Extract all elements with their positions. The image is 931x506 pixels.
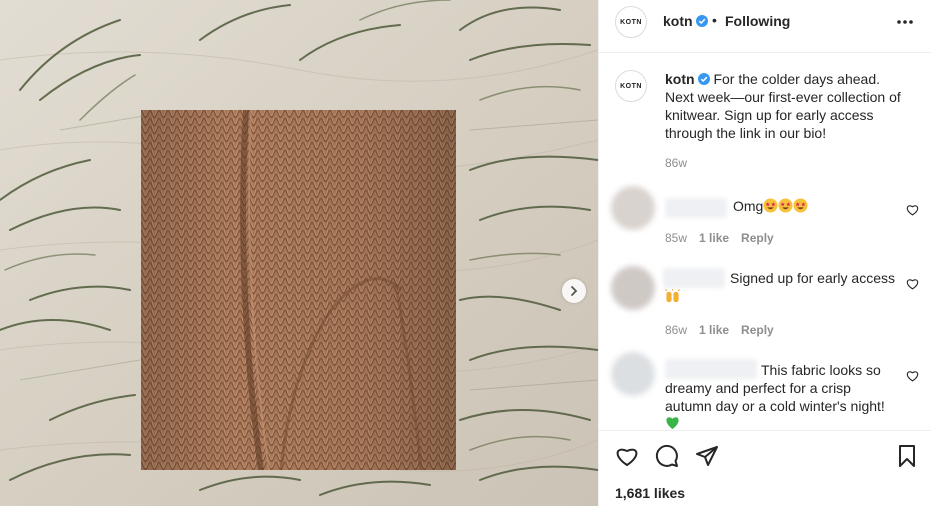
reply-button[interactable]: Reply	[741, 323, 774, 337]
paper-plane-icon[interactable]	[695, 444, 719, 468]
more-options-icon[interactable]	[896, 19, 914, 25]
comment-body: Signed up for early access	[730, 270, 895, 286]
comment-body: Omg	[733, 198, 764, 214]
star-struck-emoji-icon	[793, 198, 808, 213]
post-caption: kotn For the colder days ahead. Next wee…	[665, 70, 905, 142]
comment-meta: 85w 1 like Reply	[665, 231, 786, 245]
verified-badge-icon	[695, 15, 708, 27]
comment-like-heart-icon[interactable]	[906, 278, 919, 290]
post-side-panel: KOTN kotn • Following KOTN kotn For the …	[598, 0, 931, 506]
reply-button[interactable]: Reply	[741, 231, 774, 245]
comment-avatar[interactable]	[611, 186, 655, 230]
comment-like-heart-icon[interactable]	[906, 204, 919, 216]
caption-timestamp[interactable]: 86w	[665, 156, 687, 170]
comment-likes[interactable]: 1 like	[699, 323, 729, 337]
caption-username[interactable]: kotn	[665, 71, 695, 87]
avatar-logo-text: KOTN	[620, 82, 642, 90]
likes-count[interactable]: 1,681 likes	[615, 485, 685, 501]
comment-avatar[interactable]	[611, 352, 655, 396]
star-struck-emoji-icon	[778, 198, 793, 213]
comment-likes[interactable]: 1 like	[699, 231, 729, 245]
comment-like-heart-icon[interactable]	[906, 370, 919, 382]
comment-body: This fabric looks so dreamy and perfect …	[665, 362, 885, 414]
comment-avatar[interactable]	[611, 266, 655, 310]
chevron-right-icon	[571, 286, 578, 296]
green-heart-emoji-icon	[666, 417, 679, 430]
account-username[interactable]: kotn	[663, 13, 708, 29]
blurred-username[interactable]	[665, 198, 727, 218]
separator-dot: •	[712, 12, 717, 28]
blurred-username[interactable]	[663, 268, 725, 288]
username-text: kotn	[663, 13, 693, 29]
caption-avatar[interactable]: KOTN	[615, 70, 647, 102]
comment-text: Omg	[733, 197, 808, 215]
comment-timestamp[interactable]: 85w	[665, 231, 687, 245]
comment-timestamp[interactable]: 86w	[665, 323, 687, 337]
knitwear-image	[141, 110, 456, 470]
avatar-logo-text: KOTN	[620, 18, 642, 26]
comment-meta: 86w 1 like Reply	[665, 323, 786, 337]
bookmark-icon[interactable]	[895, 444, 919, 468]
comment-text: Signed up for early access	[730, 269, 895, 287]
comment-text: This fabric looks so dreamy and perfect …	[665, 361, 895, 415]
following-button[interactable]: Following	[725, 13, 790, 29]
account-avatar[interactable]: KOTN	[615, 6, 647, 38]
star-struck-emoji-icon	[763, 198, 778, 213]
comment-icon[interactable]	[655, 444, 679, 468]
post-media	[0, 0, 598, 506]
heart-icon[interactable]	[615, 444, 639, 468]
post-header: KOTN kotn • Following	[599, 0, 931, 53]
comments-list[interactable]: KOTN kotn For the colder days ahead. Nex…	[599, 54, 931, 430]
post-actions-bar	[599, 430, 931, 480]
carousel-next-button[interactable]	[562, 279, 586, 303]
raising-hands-emoji-icon	[665, 289, 680, 303]
verified-badge-icon	[697, 73, 710, 85]
